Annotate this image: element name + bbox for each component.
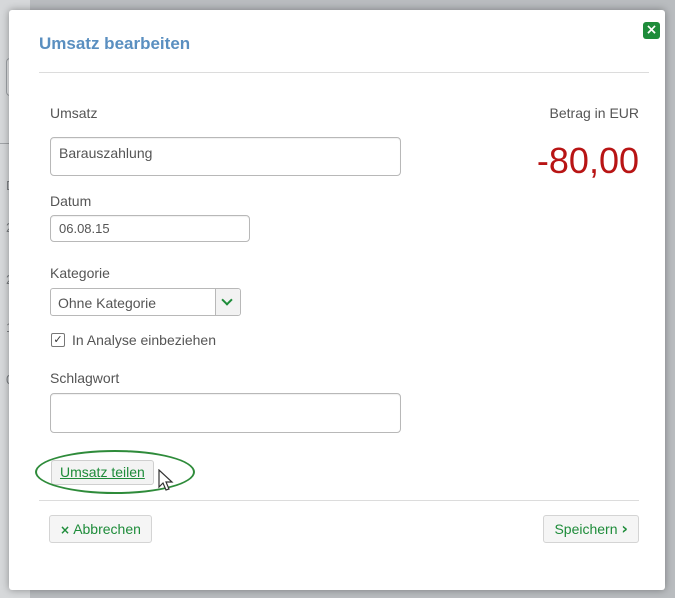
kategorie-label: Kategorie	[50, 265, 110, 281]
close-icon[interactable]: ×	[643, 22, 660, 39]
mouse-cursor-icon	[158, 469, 174, 491]
save-button-label: Speichern	[554, 521, 618, 537]
dialog-title: Umsatz bearbeiten	[39, 34, 191, 53]
umsatz-input[interactable]: Barauszahlung	[50, 137, 401, 176]
category-select[interactable]: Ohne Kategorie	[50, 288, 241, 316]
keyword-input[interactable]	[50, 393, 401, 433]
umsatz-label: Umsatz	[50, 105, 98, 121]
datum-label: Datum	[50, 193, 92, 209]
split-transaction-button[interactable]: Umsatz teilen	[51, 460, 154, 485]
footer-divider	[39, 500, 639, 501]
save-button[interactable]: Speichern ›	[543, 515, 639, 543]
close-icon: ×	[60, 523, 71, 537]
cancel-button-label: Abbrechen	[73, 521, 141, 537]
chevron-down-icon	[221, 294, 233, 306]
amount-label: Betrag in EUR	[549, 105, 639, 121]
schlagwort-label: Schlagwort	[50, 370, 120, 386]
analyse-checkbox-label: In Analyse einbeziehen	[72, 332, 216, 348]
chevron-right-icon: ›	[621, 519, 628, 538]
category-selected-value: Ohne Kategorie	[58, 295, 157, 311]
cancel-button[interactable]: × Abbrechen	[49, 515, 152, 543]
dropdown-button[interactable]	[215, 289, 240, 315]
title-divider	[39, 72, 649, 73]
analyse-checkbox[interactable]: ✓	[51, 333, 65, 347]
edit-transaction-dialog: × Umsatz bearbeiten Umsatz Betrag in EUR…	[9, 10, 665, 590]
date-input[interactable]: 06.08.15	[50, 215, 250, 242]
amount-value: -80,00	[536, 140, 639, 181]
